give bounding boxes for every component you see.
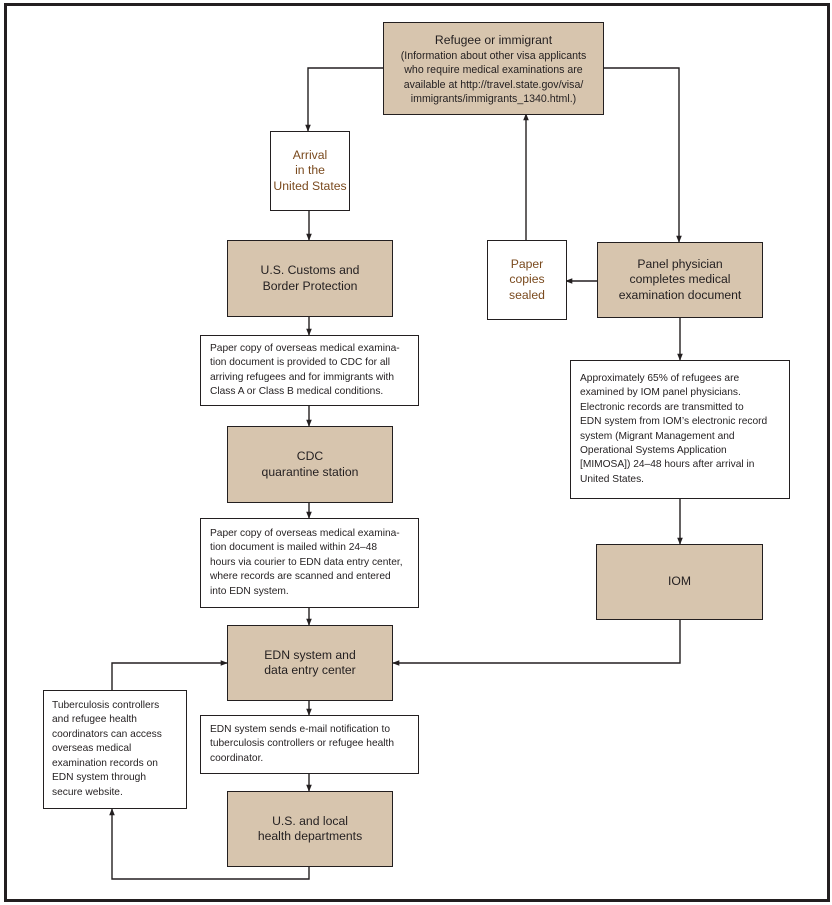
node-customs: U.S. Customs and Border Protection bbox=[227, 240, 393, 317]
node-refugee-or-immigrant: Refugee or immigrant (Information about … bbox=[383, 22, 604, 115]
node-paper-copies-sealed: Paper copies sealed bbox=[487, 240, 567, 320]
node-quarantine-station: CDC quarantine station bbox=[227, 426, 393, 503]
node-label: IOM bbox=[667, 574, 692, 589]
node-health-departments: U.S. and local health departments bbox=[227, 791, 393, 867]
note-iom-records: Approximately 65% of refugees are examin… bbox=[570, 360, 790, 499]
node-arrival: Arrival in the United States bbox=[270, 131, 350, 211]
node-label: Paper copies sealed bbox=[509, 256, 545, 302]
note-text: Paper copy of overseas medical examina- … bbox=[210, 342, 400, 397]
node-panel-physician: Panel physician completes medical examin… bbox=[597, 242, 763, 318]
note-text: Tuberculosis controllers and refugee hea… bbox=[52, 700, 162, 798]
note-email: EDN system sends e-mail notification to … bbox=[200, 715, 419, 774]
node-label: CDC quarantine station bbox=[261, 449, 359, 479]
note-mailed: Paper copy of overseas medical examina- … bbox=[200, 518, 419, 608]
node-label: EDN system and data entry center bbox=[264, 647, 356, 678]
node-label: Panel physician completes medical examin… bbox=[618, 256, 742, 302]
node-edn-system: EDN system and data entry center bbox=[227, 625, 393, 701]
node-label: Arrival in the United States bbox=[273, 147, 347, 193]
note-text: EDN system sends e-mail notification to … bbox=[210, 723, 395, 764]
node-title: Refugee or immigrant bbox=[434, 33, 553, 48]
node-iom: IOM bbox=[596, 544, 763, 620]
note-tb-controllers: Tuberculosis controllers and refugee hea… bbox=[43, 690, 187, 809]
node-subtitle: (Information about other visa applicants… bbox=[400, 50, 587, 105]
node-label: U.S. Customs and Border Protection bbox=[260, 263, 360, 293]
note-text: Paper copy of overseas medical examina- … bbox=[210, 527, 403, 597]
note-cdc-copy: Paper copy of overseas medical examina- … bbox=[200, 335, 419, 406]
node-label: U.S. and local health departments bbox=[257, 813, 363, 844]
note-text: Approximately 65% of refugees are examin… bbox=[580, 372, 768, 485]
